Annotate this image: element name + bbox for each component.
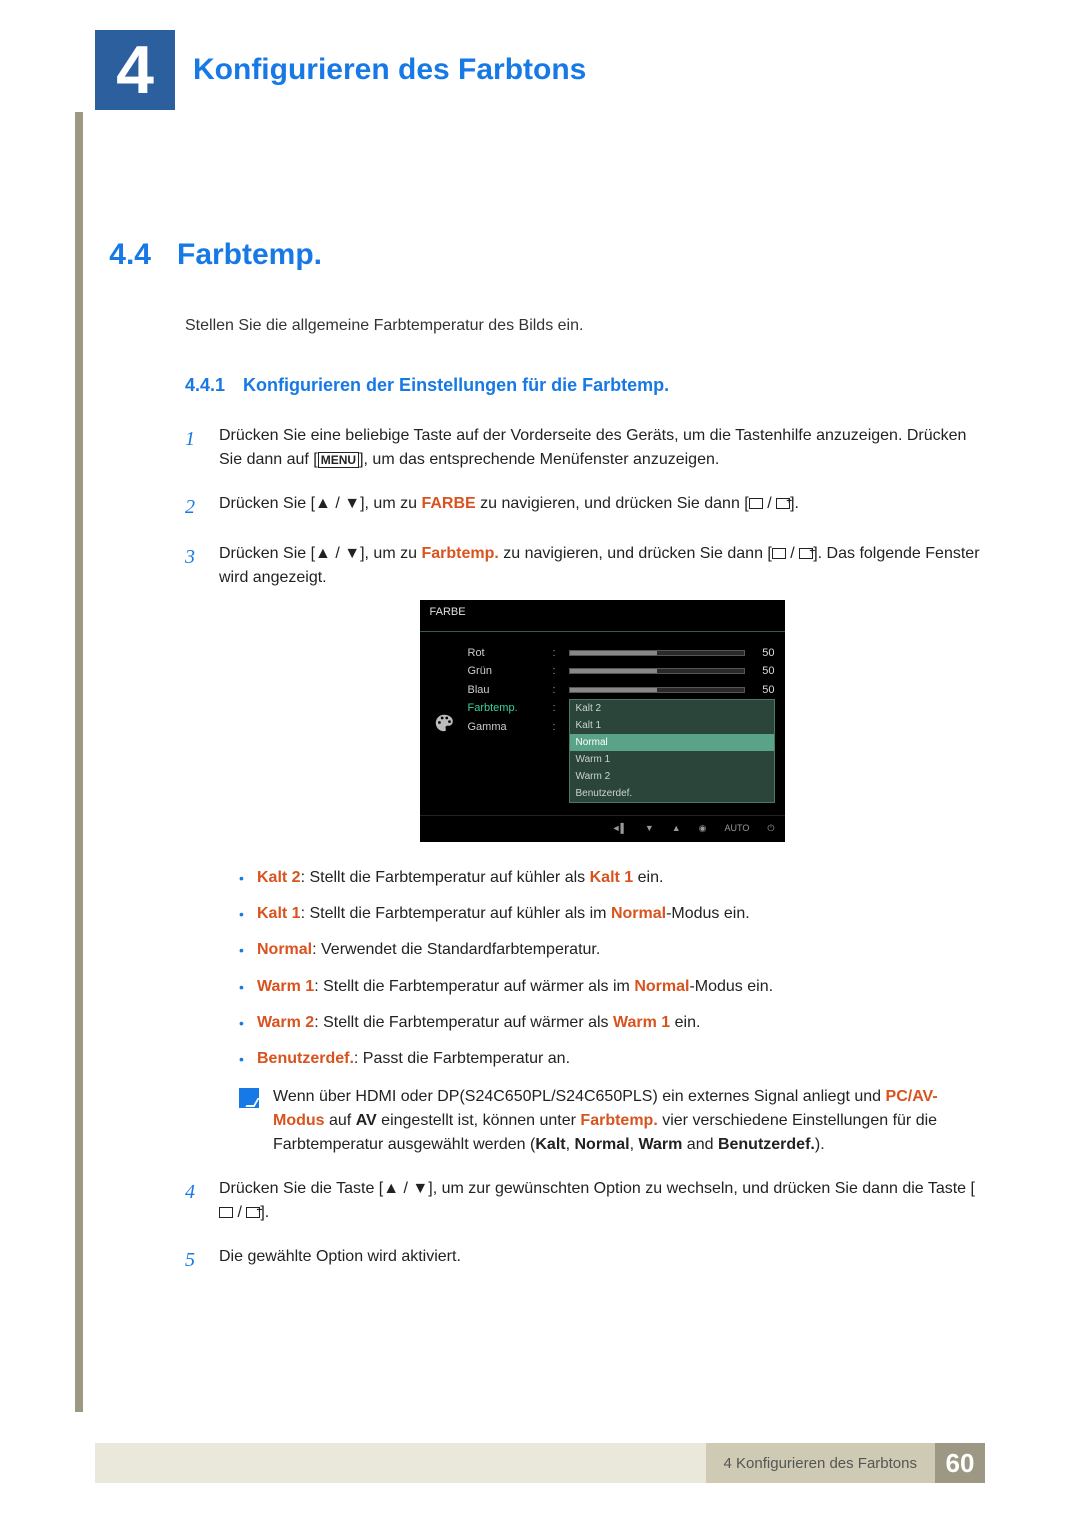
triangle-down-icon: ▼ bbox=[412, 1180, 428, 1197]
osd-item: Blau bbox=[468, 681, 543, 700]
rect-plus-icon bbox=[776, 498, 790, 509]
triangle-down-icon: ▼ bbox=[645, 822, 654, 836]
bullet-item: Warm 1: Stellt die Farbtemperatur auf wä… bbox=[239, 976, 985, 998]
step-number: 5 bbox=[185, 1245, 201, 1275]
osd-item: Grün bbox=[468, 662, 543, 681]
step-body: Drücken Sie die Taste [▲ / ▼], um zur ge… bbox=[219, 1177, 985, 1225]
osd-screenshot: FARBE Rot Grün Blau Farbtemp. Gamma bbox=[420, 600, 785, 842]
rect-icon bbox=[772, 548, 786, 559]
osd-dropdown: Kalt 2 Kalt 1 Normal Warm 1 Warm 2 Benut… bbox=[569, 699, 775, 803]
step-body: Drücken Sie [▲ / ▼], um zu Farbtemp. zu … bbox=[219, 542, 985, 1157]
triangle-up-icon: ▲ bbox=[315, 545, 331, 562]
step-number: 2 bbox=[185, 492, 201, 522]
step-number: 3 bbox=[185, 542, 201, 1157]
power-icon: ⏻ bbox=[767, 822, 774, 836]
bullet-item: Kalt 2: Stellt die Farbtemperatur auf kü… bbox=[239, 867, 985, 889]
bullet-item: Kalt 1: Stellt die Farbtemperatur auf kü… bbox=[239, 903, 985, 925]
bullet-item: Benutzerdef.: Passt die Farbtemperatur a… bbox=[239, 1048, 985, 1070]
back-icon: ◄▌ bbox=[612, 822, 627, 836]
rect-icon bbox=[749, 498, 763, 509]
triangle-down-icon: ▼ bbox=[344, 545, 360, 562]
menu-label-icon: MENU bbox=[318, 452, 359, 468]
rect-plus-icon bbox=[799, 548, 813, 559]
step-body: Die gewählte Option wird aktiviert. bbox=[219, 1245, 985, 1275]
triangle-down-icon: ▼ bbox=[344, 495, 360, 512]
step-body: Drücken Sie eine beliebige Taste auf der… bbox=[219, 424, 985, 472]
triangle-up-icon: ▲ bbox=[672, 822, 681, 836]
bullet-item: Normal: Verwendet die Standardfarbtemper… bbox=[239, 939, 985, 961]
footer-chapter-text: 4 Konfigurieren des Farbtons bbox=[706, 1443, 935, 1483]
auto-label: AUTO bbox=[725, 822, 750, 836]
note-text: Wenn über HDMI oder DP(S24C650PL/S24C650… bbox=[273, 1085, 985, 1157]
triangle-up-icon: ▲ bbox=[383, 1180, 399, 1197]
chapter-number-box: 4 bbox=[95, 30, 175, 110]
subsection-title: Konfigurieren der Einstellungen für die … bbox=[243, 375, 669, 396]
rect-icon bbox=[219, 1207, 233, 1218]
osd-item: Gamma bbox=[468, 718, 543, 737]
chapter-title: Konfigurieren des Farbtons bbox=[193, 53, 586, 87]
step-body: Drücken Sie [▲ / ▼], um zu FARBE zu navi… bbox=[219, 492, 985, 522]
rect-plus-icon bbox=[246, 1207, 260, 1218]
intro-text: Stellen Sie die allgemeine Farbtemperatu… bbox=[185, 317, 985, 335]
subsection-number: 4.4.1 bbox=[185, 375, 225, 396]
osd-title: FARBE bbox=[420, 600, 785, 632]
section-number: 4.4 bbox=[95, 238, 151, 272]
left-sidebar bbox=[75, 112, 83, 1412]
section-title: Farbtemp. bbox=[177, 238, 322, 272]
chapter-number: 4 bbox=[116, 36, 154, 104]
footer-page-number: 60 bbox=[935, 1443, 985, 1483]
bullet-item: Warm 2: Stellt die Farbtemperatur auf wä… bbox=[239, 1012, 985, 1034]
enter-icon: ◉ bbox=[699, 822, 707, 836]
step-number: 4 bbox=[185, 1177, 201, 1225]
osd-item: Rot bbox=[468, 644, 543, 663]
note-icon bbox=[239, 1088, 259, 1108]
step-number: 1 bbox=[185, 424, 201, 472]
palette-icon bbox=[430, 644, 458, 804]
triangle-up-icon: ▲ bbox=[315, 495, 331, 512]
osd-item-selected: Farbtemp. bbox=[468, 699, 543, 718]
